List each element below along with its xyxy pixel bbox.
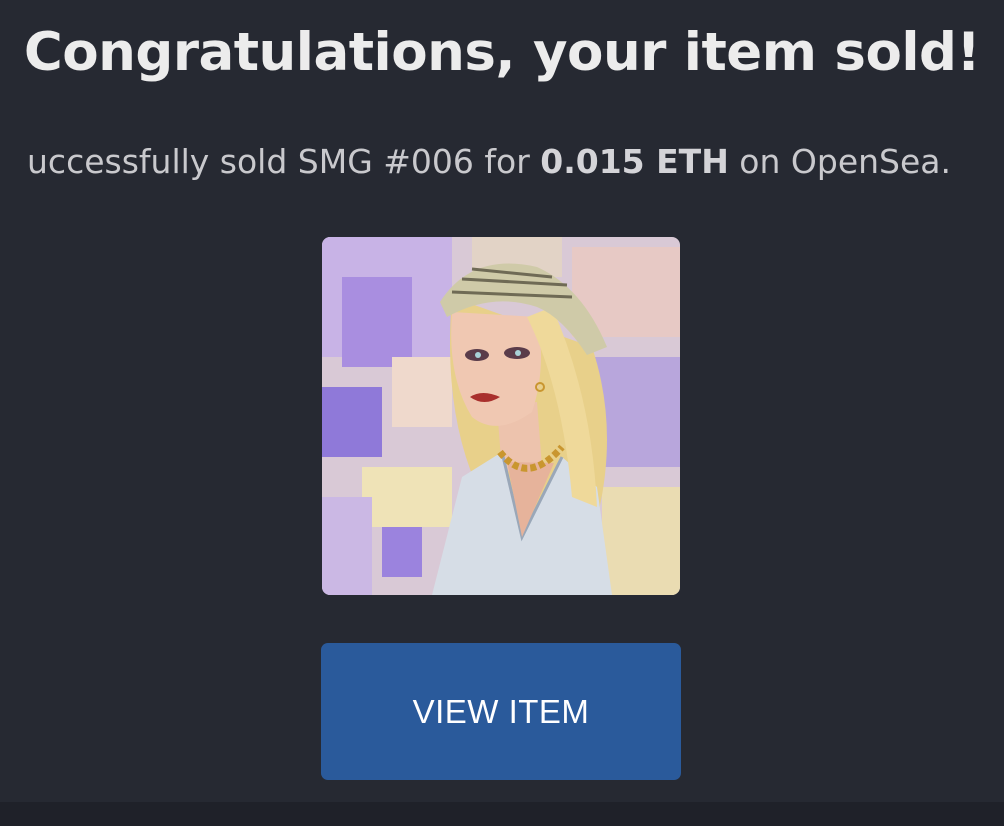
page-title: Congratulations, your item sold! — [23, 22, 981, 83]
sale-amount: 0.015 ETH — [540, 142, 729, 181]
nft-artwork-image — [322, 237, 680, 595]
footer-divider — [0, 802, 1004, 826]
sale-notification-panel: Congratulations, your item sold! uccessf… — [0, 0, 1004, 802]
sale-message-suffix: on OpenSea. — [728, 142, 951, 181]
portrait-illustration-icon — [322, 237, 680, 595]
sale-message-prefix: uccessfully sold SMG #006 for — [27, 142, 541, 181]
sale-message: uccessfully sold SMG #006 for 0.015 ETH … — [27, 142, 951, 181]
view-item-button[interactable]: VIEW ITEM — [321, 643, 681, 780]
